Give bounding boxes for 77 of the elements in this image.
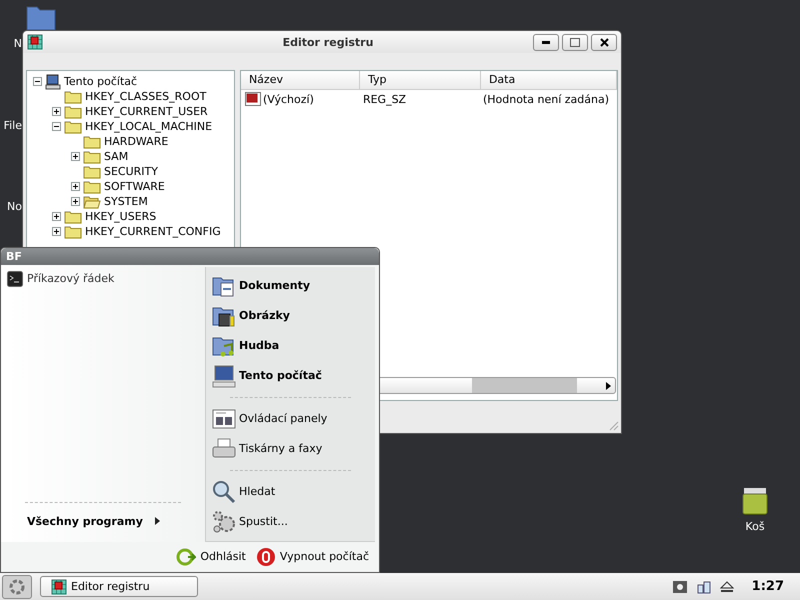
- computer-icon: [212, 364, 236, 388]
- tree-item[interactable]: SAM: [104, 150, 128, 163]
- menu-item[interactable]: Spustit...: [212, 506, 369, 537]
- expand-icon[interactable]: [52, 107, 61, 116]
- menu-item[interactable]: Příkazový řádek: [7, 270, 199, 287]
- terminal-icon: [7, 270, 23, 287]
- resize-grip-icon[interactable]: [607, 419, 619, 431]
- taskbar-button[interactable]: Editor registru: [40, 576, 198, 597]
- collapse-icon[interactable]: [52, 122, 61, 131]
- expand-icon[interactable]: [52, 227, 61, 236]
- expand-icon[interactable]: [71, 182, 80, 191]
- expand-icon[interactable]: [71, 152, 80, 161]
- maximize-icon: [570, 38, 580, 46]
- tree-item[interactable]: Tento počítač: [64, 75, 138, 88]
- registry-icon: [51, 578, 67, 594]
- magnifier-icon: [212, 480, 236, 504]
- close-button[interactable]: [591, 34, 617, 50]
- expand-icon[interactable]: [71, 197, 80, 206]
- close-icon: [600, 38, 608, 46]
- clock: 1:27: [752, 579, 784, 594]
- column-header[interactable]: Typ: [360, 71, 481, 89]
- folder-icon: [83, 180, 101, 194]
- recycle-bin-icon[interactable]: [740, 486, 770, 516]
- start-button[interactable]: [2, 574, 32, 598]
- tree-item[interactable]: HKEY_CURRENT_USER: [85, 105, 208, 118]
- all-programs-item[interactable]: Všechny programy: [7, 508, 199, 534]
- table-cell-text: (Hodnota není zadána): [482, 92, 610, 106]
- menu-item[interactable]: Hudba: [212, 330, 369, 361]
- table-cell: (Výchozí): [262, 92, 314, 106]
- open-folder-icon: [83, 194, 101, 208]
- tree-item[interactable]: HKEY_LOCAL_MACHINE: [85, 120, 212, 133]
- folder-icon: [83, 150, 101, 164]
- tree-item[interactable]: SYSTEM: [104, 195, 148, 208]
- folder-icon: [64, 224, 82, 238]
- registry-icon: [27, 34, 43, 50]
- menu-item[interactable]: Ovládací panely: [212, 404, 369, 434]
- menu-item[interactable]: Obrázky: [212, 300, 369, 331]
- folder-icon: [64, 104, 82, 118]
- desktop-icon-label[interactable]: File: [4, 119, 22, 132]
- table-cell-text: REG_SZ: [362, 92, 408, 106]
- expand-icon[interactable]: [52, 212, 61, 221]
- menu-item[interactable]: Dokumenty: [212, 270, 369, 301]
- minimize-icon: [542, 40, 550, 44]
- maximize-button[interactable]: [562, 34, 588, 50]
- minimize-button[interactable]: [533, 34, 559, 50]
- eject-icon[interactable]: [720, 580, 734, 594]
- tree-item[interactable]: SOFTWARE: [104, 180, 165, 193]
- desktop-icon-label[interactable]: Koš: [745, 520, 765, 533]
- log-off-icon: [176, 546, 196, 567]
- collapse-icon[interactable]: [33, 77, 42, 86]
- arrow-right-icon: [154, 517, 160, 526]
- folder-icon: [83, 164, 101, 178]
- column-header[interactable]: Název: [240, 71, 360, 89]
- gear-icon: [8, 578, 26, 596]
- desktop-icon-label[interactable]: No: [7, 200, 22, 213]
- folder-icon: [64, 120, 82, 134]
- tree-item[interactable]: SECURITY: [104, 165, 158, 178]
- window-title: Editor registru: [282, 36, 374, 48]
- folder-icon: [64, 210, 82, 224]
- computer-icon: [45, 74, 61, 90]
- control-panel-icon: [212, 406, 236, 431]
- menu-item[interactable]: Tiskárny a faxy: [212, 434, 369, 464]
- desktop-icon-label[interactable]: N: [14, 37, 22, 50]
- tree-item[interactable]: HKEY_CLASSES_ROOT: [85, 90, 206, 103]
- menu-item[interactable]: Tento počítač: [212, 360, 369, 391]
- column-header[interactable]: Data: [480, 71, 617, 89]
- string-value-icon: [244, 92, 261, 106]
- tree-item[interactable]: HKEY_USERS: [85, 210, 156, 223]
- log-off-button[interactable]: Odhlásit: [174, 544, 248, 569]
- folder-icon: [64, 90, 82, 104]
- menu-item[interactable]: Hledat: [212, 476, 369, 507]
- shut-down-button[interactable]: Vypnout počítač: [254, 544, 371, 569]
- tree-item[interactable]: HARDWARE: [104, 135, 168, 148]
- user-name: BF: [6, 250, 22, 263]
- power-icon: [256, 546, 276, 567]
- tree-item[interactable]: HKEY_CURRENT_CONFIG: [85, 225, 221, 238]
- folder-icon: [83, 134, 101, 148]
